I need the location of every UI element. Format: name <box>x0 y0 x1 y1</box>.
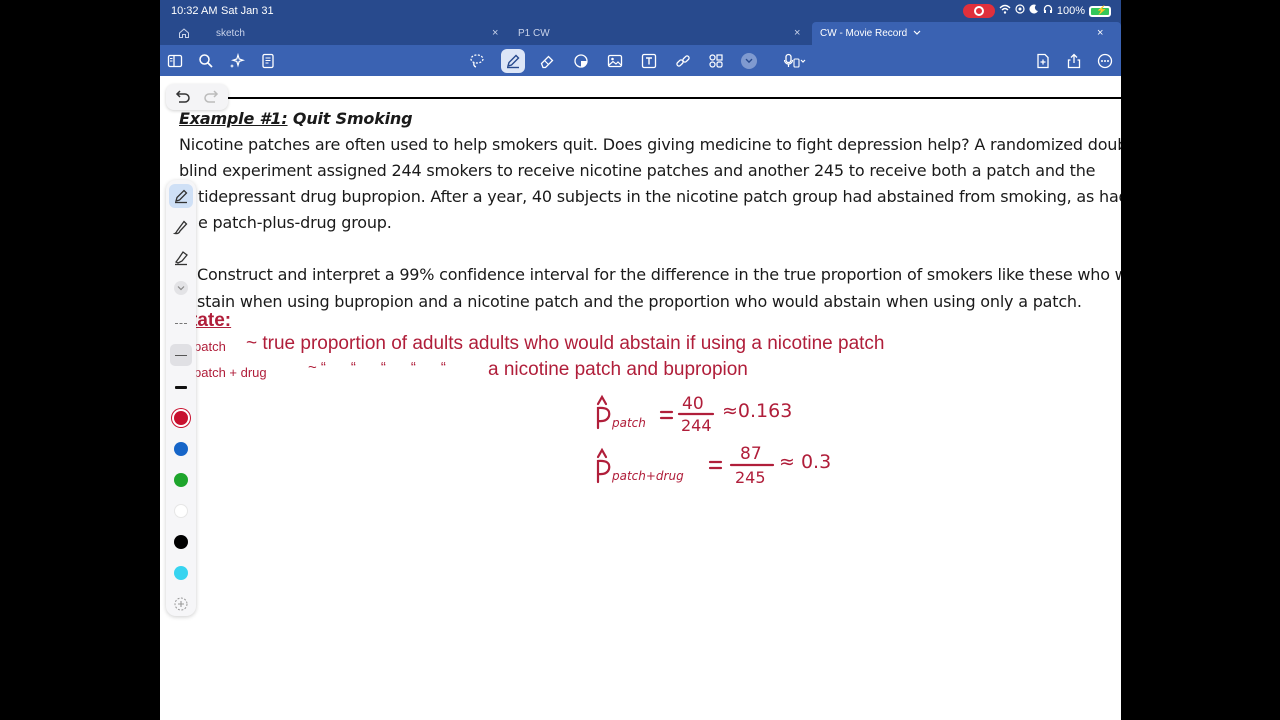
eq2-subscript: patch+drug <box>611 469 684 483</box>
dashed-line-style-icon[interactable] <box>169 311 193 335</box>
toolbar <box>160 45 1121 76</box>
status-time: 10:32 AM <box>171 5 218 17</box>
color-white[interactable] <box>169 499 193 523</box>
status-indicators: 100% <box>962 4 1111 18</box>
tab-p1-cw[interactable]: P1 CW <box>518 22 798 45</box>
question-line: Construct and interpret a 99% confidence… <box>197 265 1121 284</box>
example-label: Example #1: <box>179 109 288 128</box>
screen-recording-icon[interactable] <box>962 4 995 18</box>
hat-mark <box>596 447 608 459</box>
paragraph-line: Nicotine patches are often used to help … <box>179 135 1121 154</box>
ipad-screen: 10:32 AM Sat Jan 31 100% sketch × <box>160 0 1121 720</box>
eq1-result: ≈0.163 <box>722 400 792 422</box>
shapes-icon[interactable] <box>569 49 593 73</box>
example-heading: Example #1: Quit Smoking <box>179 109 1121 128</box>
battery-icon <box>1089 5 1111 17</box>
thick-line-width-icon[interactable] <box>169 375 193 399</box>
battery-percent: 100% <box>1056 5 1085 17</box>
link-icon[interactable] <box>671 49 695 73</box>
tab-label: CW - Movie Record <box>820 28 908 39</box>
hat-mark <box>596 394 608 406</box>
eq2-result: ≈ 0.3 <box>779 451 831 473</box>
sidebar-icon[interactable] <box>163 49 187 73</box>
p-letter <box>596 406 611 430</box>
patch-definition: ~ true proportion of adults adults who w… <box>246 333 885 354</box>
undo-redo-bar <box>166 84 228 110</box>
eraser-icon[interactable] <box>535 49 559 73</box>
tab-label: sketch <box>216 28 245 39</box>
eq1-denominator: 244 <box>681 416 712 435</box>
focus-icon <box>1015 4 1025 18</box>
example-title: Quit Smoking <box>292 109 413 128</box>
elements-icon[interactable] <box>704 49 728 73</box>
patch-drug-subscript: patch + drug <box>194 365 267 380</box>
tab-cw-movie-record[interactable]: CW - Movie Record <box>812 22 1121 45</box>
tab-p1-cw-close-icon[interactable]: × <box>794 22 800 45</box>
more-icon[interactable] <box>1093 49 1117 73</box>
add-color-icon[interactable] <box>169 592 193 616</box>
p-letter <box>596 459 611 484</box>
sparkle-icon[interactable] <box>225 49 249 73</box>
state-label: tate: <box>191 310 232 331</box>
add-page-icon[interactable] <box>1031 49 1055 73</box>
color-green[interactable] <box>169 468 193 492</box>
paragraph-line: blind experiment assigned 244 smokers to… <box>179 161 1096 180</box>
equation-2 <box>596 447 775 484</box>
patch-drug-definition: a nicotine patch and bupropion <box>488 359 748 380</box>
lasso-icon[interactable] <box>465 49 489 73</box>
redo-icon[interactable] <box>202 88 222 106</box>
moon-icon <box>1029 4 1039 18</box>
brush-tool-icon[interactable] <box>169 215 193 239</box>
home-icon[interactable] <box>178 27 190 39</box>
pen-tool-palette <box>166 180 196 616</box>
tab-label: P1 CW <box>518 28 550 39</box>
headphones-icon <box>1043 4 1053 18</box>
status-bar: 10:32 AM Sat Jan 31 100% <box>160 0 1121 22</box>
document-icon[interactable] <box>256 49 280 73</box>
text-box-icon[interactable] <box>637 49 661 73</box>
color-black[interactable] <box>169 530 193 554</box>
pen-tool-icon[interactable] <box>169 184 193 208</box>
tab-bar: sketch × P1 CW × CW - Movie Record × <box>160 22 1121 45</box>
tab-cw-movie-record-close-icon[interactable]: × <box>1097 22 1103 45</box>
question-line: stain when using bupropion and a nicotin… <box>197 292 1082 311</box>
color-blue[interactable] <box>169 437 193 461</box>
equation-1 <box>596 394 715 430</box>
paragraph-line: e patch-plus-drug group. <box>198 213 392 232</box>
color-red[interactable] <box>169 406 193 430</box>
eq2-numerator: 87 <box>740 444 762 464</box>
patch-subscript: patch <box>194 339 226 354</box>
status-date: Sat Jan 31 <box>221 5 274 17</box>
more-tools-icon[interactable] <box>737 49 761 73</box>
color-cyan[interactable] <box>169 561 193 585</box>
eq2-denominator: 245 <box>735 468 766 487</box>
paragraph-line: tidepressant drug bupropion. After a yea… <box>198 187 1121 206</box>
microphone-icon[interactable] <box>778 49 812 73</box>
highlighter-tool-icon[interactable] <box>169 246 193 270</box>
tab-sketch[interactable]: sketch <box>216 22 486 45</box>
ditto-marks: ~ “ “ “ “ “ <box>308 359 446 376</box>
wifi-icon <box>999 4 1011 18</box>
search-icon[interactable] <box>194 49 218 73</box>
eq1-numerator: 40 <box>682 394 704 414</box>
image-icon[interactable] <box>603 49 627 73</box>
palette-chevron-icon[interactable] <box>169 276 193 300</box>
thin-line-width-icon[interactable] <box>169 343 193 367</box>
eq1-subscript: patch <box>611 416 646 430</box>
pen-icon[interactable] <box>501 49 525 73</box>
undo-icon[interactable] <box>172 88 192 106</box>
chevron-down-icon[interactable] <box>913 30 921 36</box>
tab-sketch-close-icon[interactable]: × <box>492 22 498 45</box>
red-swatch <box>174 411 188 425</box>
share-icon[interactable] <box>1062 49 1086 73</box>
page-divider <box>179 97 1121 99</box>
